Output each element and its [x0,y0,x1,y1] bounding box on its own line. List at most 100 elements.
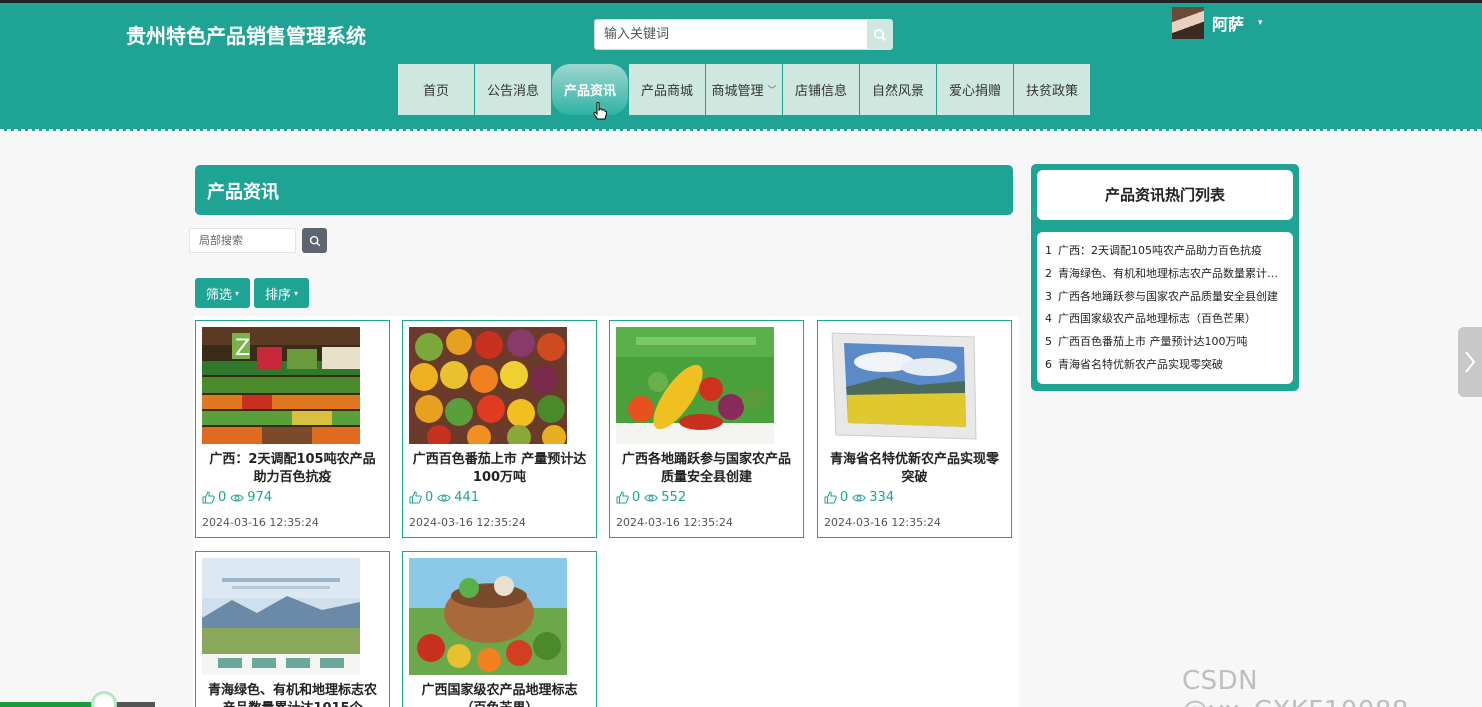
thumbs-up-icon[interactable] [409,491,422,504]
hot-list-item[interactable]: 3 广西各地踊跃参与国家农产品质量安全县创建 [1045,286,1285,309]
view-count: 334 [869,490,895,505]
news-card[interactable]: Z 广西：2天调配105吨农产品助力百色抗疫 0 974 2024-03-16 … [195,320,390,538]
hot-list-item[interactable]: 2 青海绿色、有机和地理标志农产品数量累计… [1045,263,1285,286]
nav-item-scenery[interactable]: 自然风景 [860,64,936,115]
eye-icon [230,494,244,501]
section-title: 产品资讯 [195,165,1013,215]
search-icon [309,235,320,246]
card-date: 2024-03-16 12:35:24 [616,516,733,529]
hot-list-text[interactable]: 广西各地踊跃参与国家农产品质量安全县创建 [1058,290,1278,303]
vegetable-basket-image [409,558,567,675]
app-title: 贵州特色产品销售管理系统 [126,24,366,48]
nav-item-label: 商城管理 [711,84,764,99]
hot-list-item[interactable]: 1 广西：2天调配105吨农产品助力百色抗疫 [1045,240,1285,263]
view-count: 974 [247,490,273,505]
card-stats: 0 441 [409,490,483,505]
hot-list-text[interactable]: 广西百色番茄上市 产量预计达100万吨 [1058,335,1248,348]
card-title[interactable]: 青海省名特优新农产品实现零突破 [826,451,1003,487]
nav-item-label: 爱心捐赠 [948,84,1001,99]
header-dashed-border [0,129,1482,133]
vegetables-corn-image [616,327,774,444]
search-icon [874,28,887,41]
card-title[interactable]: 广西百色番茄上市 产量预计达100万吨 [411,451,588,487]
eye-icon [437,494,451,501]
card-title[interactable]: 广西各地踊跃参与国家农产品质量安全县创建 [618,451,795,487]
card-title[interactable]: 广西：2天调配105吨农产品助力百色抗疫 [204,451,381,487]
main-content: 产品资讯 [195,165,1013,215]
hot-list-rank: 6 [1045,357,1052,371]
local-search-button[interactable] [302,228,327,253]
hot-list-rank: 3 [1045,289,1052,303]
hot-list-item[interactable]: 6 青海省名特优新农产品实现零突破 [1045,354,1285,377]
fruit-pile-image [409,327,567,444]
hot-list-text[interactable]: 广西国家级农产品地理标志（百色芒果） [1058,312,1256,325]
nav-item-product-mall[interactable]: 产品商城 [629,64,705,115]
video-progress-handle[interactable] [91,691,117,707]
hot-list-item[interactable]: 4 广西国家级农产品地理标志（百色芒果） [1045,308,1285,331]
like-count: 0 [840,490,849,505]
eye-icon [644,494,658,501]
card-stats: 0 974 [202,490,276,505]
nav-item-poverty-policy[interactable]: 扶贫政策 [1014,64,1090,115]
filter-button[interactable]: 筛选 ▾ [195,278,250,308]
hand-cursor-icon [593,102,607,120]
chevron-down-icon[interactable]: ▾ [1258,18,1263,28]
filter-label: 筛选 [205,287,232,303]
local-search-input[interactable] [189,228,296,253]
card-stats: 0 334 [824,490,898,505]
hot-list-text[interactable]: 青海省名特优新农产品实现零突破 [1058,358,1223,371]
news-card[interactable]: 广西百色番茄上市 产量预计达100万吨 0 441 2024-03-16 12:… [402,320,597,538]
nav-item-product-news[interactable]: 产品资讯 [552,64,628,115]
qinghai-poster-image [202,558,360,675]
thumbs-up-icon[interactable] [824,491,837,504]
main-nav: 首页 公告消息 产品资讯 产品商城 商城管理 ﹀ 店铺信息 自然风景 爱心捐赠 扶… [398,64,1091,115]
card-stats: 0 552 [616,490,690,505]
card-date: 2024-03-16 12:35:24 [409,516,526,529]
hot-list-rank: 1 [1045,244,1052,257]
card-date: 2024-03-16 12:35:24 [824,516,941,529]
hot-list-rank: 5 [1045,335,1052,349]
sort-label: 排序 [264,287,291,303]
nav-item-notices[interactable]: 公告消息 [475,64,551,115]
nav-item-label: 产品资讯 [563,84,616,99]
nav-item-mall-management[interactable]: 商城管理 ﹀ [706,64,782,115]
user-menu[interactable]: 阿萨 ▾ [1172,7,1263,39]
nav-item-label: 首页 [422,84,449,99]
card-title[interactable]: 青海绿色、有机和地理标志农产品数量累计达1015个 [204,682,381,707]
search-button[interactable] [867,19,893,50]
hot-list-text[interactable]: 青海绿色、有机和地理标志农产品数量累计… [1058,267,1278,280]
sort-button[interactable]: 排序 ▾ [254,278,309,308]
nav-item-store-info[interactable]: 店铺信息 [783,64,859,115]
framed-landscape-image [824,327,982,444]
side-panel-toggle[interactable] [1458,327,1482,397]
news-card[interactable]: 青海省名特优新农产品实现零突破 0 334 2024-03-16 12:35:2… [817,320,1012,538]
thumbs-up-icon[interactable] [616,491,629,504]
hot-list-panel: 产品资讯热门列表 1 广西：2天调配105吨农产品助力百色抗疫 2 青海绿色、有机和… [1031,164,1299,391]
eye-icon [852,494,866,501]
video-progress-fill [0,702,101,707]
username[interactable]: 阿萨 [1212,11,1244,35]
hot-list-item[interactable]: 5 广西百色番茄上市 产量预计达100万吨 [1045,331,1285,354]
vegetable-market-image: Z [202,327,360,444]
news-card[interactable]: 广西各地踊跃参与国家农产品质量安全县创建 0 552 2024-03-16 12… [609,320,804,538]
nav-item-home[interactable]: 首页 [398,64,474,115]
hot-list: 1 广西：2天调配105吨农产品助力百色抗疫 2 青海绿色、有机和地理标志农产品数量… [1037,232,1293,384]
card-title[interactable]: 广西国家级农产品地理标志（百色芒果） [411,682,588,707]
like-count: 0 [425,490,434,505]
search-input[interactable] [594,19,868,50]
hot-list-rank: 4 [1045,312,1052,326]
news-card[interactable]: 广西国家级农产品地理标志（百色芒果） [402,551,597,707]
chevron-right-icon [1465,351,1476,373]
svg-text:Z: Z [235,336,250,361]
nav-item-label: 店铺信息 [794,84,847,99]
avatar[interactable] [1172,7,1204,39]
chevron-down-icon: ﹀ [767,86,777,96]
hot-list-title: 产品资讯热门列表 [1037,170,1293,220]
like-count: 0 [632,490,641,505]
news-card[interactable]: 青海绿色、有机和地理标志农产品数量累计达1015个 [195,551,390,707]
nav-item-donation[interactable]: 爱心捐赠 [937,64,1013,115]
thumbs-up-icon[interactable] [202,491,215,504]
watermark: CSDN @vx_CXKF10088 [1182,666,1408,707]
hot-list-text[interactable]: 广西：2天调配105吨农产品助力百色抗疫 [1058,244,1262,257]
card-date: 2024-03-16 12:35:24 [202,516,319,529]
